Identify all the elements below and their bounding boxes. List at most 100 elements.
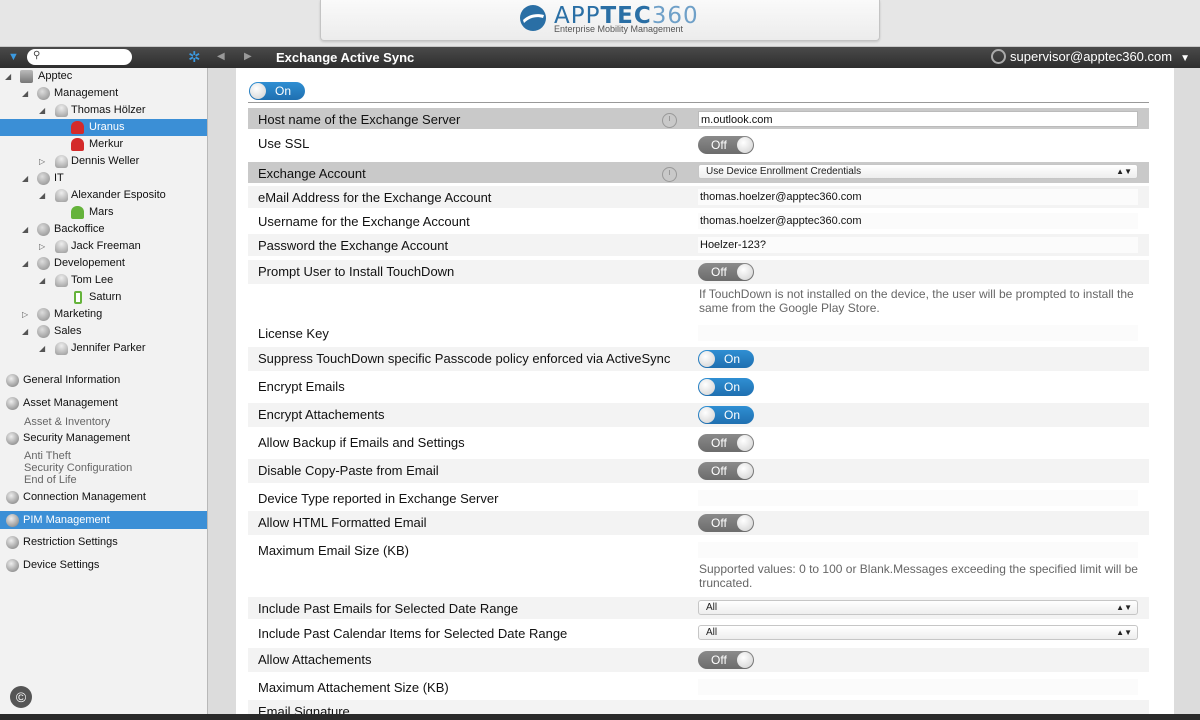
gear-icon[interactable]: ✲ xyxy=(188,48,201,66)
row-past-calendar: Include Past Calendar Items for Selected… xyxy=(248,622,1149,644)
device-icon xyxy=(74,291,82,304)
allow-attachments-toggle[interactable]: Off xyxy=(698,651,754,669)
prompt-toggle[interactable]: Off xyxy=(698,263,754,281)
html-toggle[interactable]: Off xyxy=(698,514,754,532)
user-icon xyxy=(55,240,68,253)
search-icon: ⚲ xyxy=(33,50,41,61)
row-past-emails: Include Past Emails for Selected Date Ra… xyxy=(248,597,1149,619)
tree-item[interactable]: ◢ Backoffice xyxy=(0,221,207,238)
user-icon xyxy=(55,155,68,168)
submenu-security-configuration[interactable]: Security Configuration xyxy=(24,462,132,474)
maxsize-input[interactable] xyxy=(698,542,1138,558)
menu-security-management[interactable]: Security Management xyxy=(0,429,207,447)
encrypt-emails-toggle[interactable]: On xyxy=(698,378,754,396)
brand-logo: APPTEC360 Enterprise Mobility Management xyxy=(320,0,880,41)
submenu-anti-theft[interactable]: Anti Theft xyxy=(24,450,71,462)
account-select[interactable]: Use Device Enrollment Credentials ▲▼ xyxy=(698,164,1138,179)
tree-item[interactable]: Merkur xyxy=(0,136,207,153)
right-gutter xyxy=(1174,68,1200,714)
license-input[interactable] xyxy=(698,325,1138,341)
submenu-end-of-life[interactable]: End of Life xyxy=(24,474,77,486)
row-prompt: Prompt User to Install TouchDown Off xyxy=(248,260,1149,284)
apptec-logo-icon xyxy=(520,5,546,31)
encrypt-attachments-toggle[interactable]: On xyxy=(698,406,754,424)
user-menu[interactable]: supervisor@apptec360.com ▼ xyxy=(991,49,1190,64)
copypaste-toggle[interactable]: Off xyxy=(698,462,754,480)
row-account: Exchange Account Use Device Enrollment C… xyxy=(248,162,1149,183)
tree-item[interactable]: ◢ Management xyxy=(0,85,207,102)
android-icon xyxy=(71,206,84,219)
tree-item[interactable]: ◢ Developement xyxy=(0,255,207,272)
suppress-toggle[interactable]: On xyxy=(698,350,754,368)
menu-general-information[interactable]: General Information xyxy=(0,371,207,389)
search-input[interactable]: ⚲ xyxy=(27,49,132,65)
row-copypaste: Disable Copy-Paste from Email Off xyxy=(248,459,1149,483)
back-arrow-icon[interactable]: ◀ xyxy=(217,51,225,62)
menu-restriction-settings[interactable]: Restriction Settings xyxy=(0,533,207,551)
group-icon xyxy=(37,87,50,100)
row-license: License Key xyxy=(248,322,1149,344)
devtype-input[interactable] xyxy=(698,490,1138,506)
chevron-down-icon: ▼ xyxy=(1180,53,1190,64)
row-devtype: Device Type reported in Exchange Server xyxy=(248,487,1149,509)
tree-item[interactable]: ◢ Sales xyxy=(0,323,207,340)
select-arrows-icon: ▲▼ xyxy=(1116,167,1132,176)
main-content: On Host name of the Exchange Server m.ou… xyxy=(236,68,1174,714)
user-icon xyxy=(55,342,68,355)
clock-icon[interactable] xyxy=(662,113,677,128)
row-host: Host name of the Exchange Server m.outlo… xyxy=(248,108,1149,129)
brand-tagline: Enterprise Mobility Management xyxy=(554,24,684,34)
row-encrypt-emails: Encrypt Emails On xyxy=(248,375,1149,399)
email-input[interactable]: thomas.hoelzer@apptec360.com xyxy=(698,189,1138,205)
exchange-enabled-toggle[interactable]: On xyxy=(249,82,305,100)
tree-item[interactable]: ◢ Apptec xyxy=(0,68,207,85)
row-allow-attachments: Allow Attachements Off xyxy=(248,648,1149,672)
asset-icon xyxy=(6,397,19,410)
host-input[interactable]: m.outlook.com xyxy=(698,111,1138,127)
ssl-toggle[interactable]: Off xyxy=(698,136,754,154)
collapse-caret-icon[interactable]: ▼ xyxy=(8,51,19,63)
past-emails-select[interactable]: All ▲▼ xyxy=(698,600,1138,615)
password-input[interactable]: Hoelzer-123? xyxy=(698,237,1138,253)
row-suppress: Suppress TouchDown specific Passcode pol… xyxy=(248,347,1149,371)
tree-item[interactable]: Mars xyxy=(0,204,207,221)
tree-item-selected[interactable]: Uranus xyxy=(0,119,207,136)
row-username: Username for the Exchange Account thomas… xyxy=(248,210,1149,232)
tree-item[interactable]: ▷ Dennis Weller xyxy=(0,153,207,170)
row-encrypt-attachments: Encrypt Attachements On xyxy=(248,403,1149,427)
group-icon xyxy=(37,308,50,321)
tree-item[interactable]: ◢ IT xyxy=(0,170,207,187)
row-email: eMail Address for the Exchange Account t… xyxy=(248,186,1149,208)
tree-item[interactable]: ◢ Tom Lee xyxy=(0,272,207,289)
row-ssl: Use SSL Off xyxy=(248,132,1149,156)
backup-toggle[interactable]: Off xyxy=(698,434,754,452)
user-icon xyxy=(55,274,68,287)
username-input[interactable]: thomas.hoelzer@apptec360.com xyxy=(698,213,1138,229)
past-calendar-select[interactable]: All ▲▼ xyxy=(698,625,1138,640)
clock-icon[interactable] xyxy=(662,167,677,182)
forward-arrow-icon[interactable]: ▶ xyxy=(244,51,252,62)
tree-item[interactable]: ◢ Jennifer Parker xyxy=(0,340,207,357)
select-arrows-icon: ▲▼ xyxy=(1116,628,1132,637)
nav-bar: ▼ ⚲ ✲ ◀ ▶ Exchange Active Sync superviso… xyxy=(0,47,1200,68)
connection-icon xyxy=(6,491,19,504)
menu-connection-management[interactable]: Connection Management xyxy=(0,488,207,506)
top-header: APPTEC360 Enterprise Mobility Management xyxy=(0,0,1200,47)
tree-item[interactable]: Saturn xyxy=(0,289,207,306)
row-backup: Allow Backup if Emails and Settings Off xyxy=(248,431,1149,455)
tree-item[interactable]: ▷ Marketing xyxy=(0,306,207,323)
menu-asset-management[interactable]: Asset Management xyxy=(0,394,207,412)
page-title: Exchange Active Sync xyxy=(276,50,415,65)
divider xyxy=(248,102,1149,103)
user-icon xyxy=(55,104,68,117)
submenu-asset-inventory[interactable]: Asset & Inventory xyxy=(24,416,110,428)
menu-device-settings[interactable]: Device Settings xyxy=(0,556,207,574)
max-attachment-input[interactable] xyxy=(698,679,1138,695)
tree-item[interactable]: ◢ Thomas Hölzer xyxy=(0,102,207,119)
tree-item[interactable]: ◢ Alexander Esposito xyxy=(0,187,207,204)
android-icon xyxy=(71,138,84,151)
menu-pim-management[interactable]: PIM Management xyxy=(0,511,207,529)
bottom-bar xyxy=(0,714,1200,720)
prompt-help-text: If TouchDown is not installed on the dev… xyxy=(699,287,1134,315)
tree-item[interactable]: ▷ Jack Freeman xyxy=(0,238,207,255)
